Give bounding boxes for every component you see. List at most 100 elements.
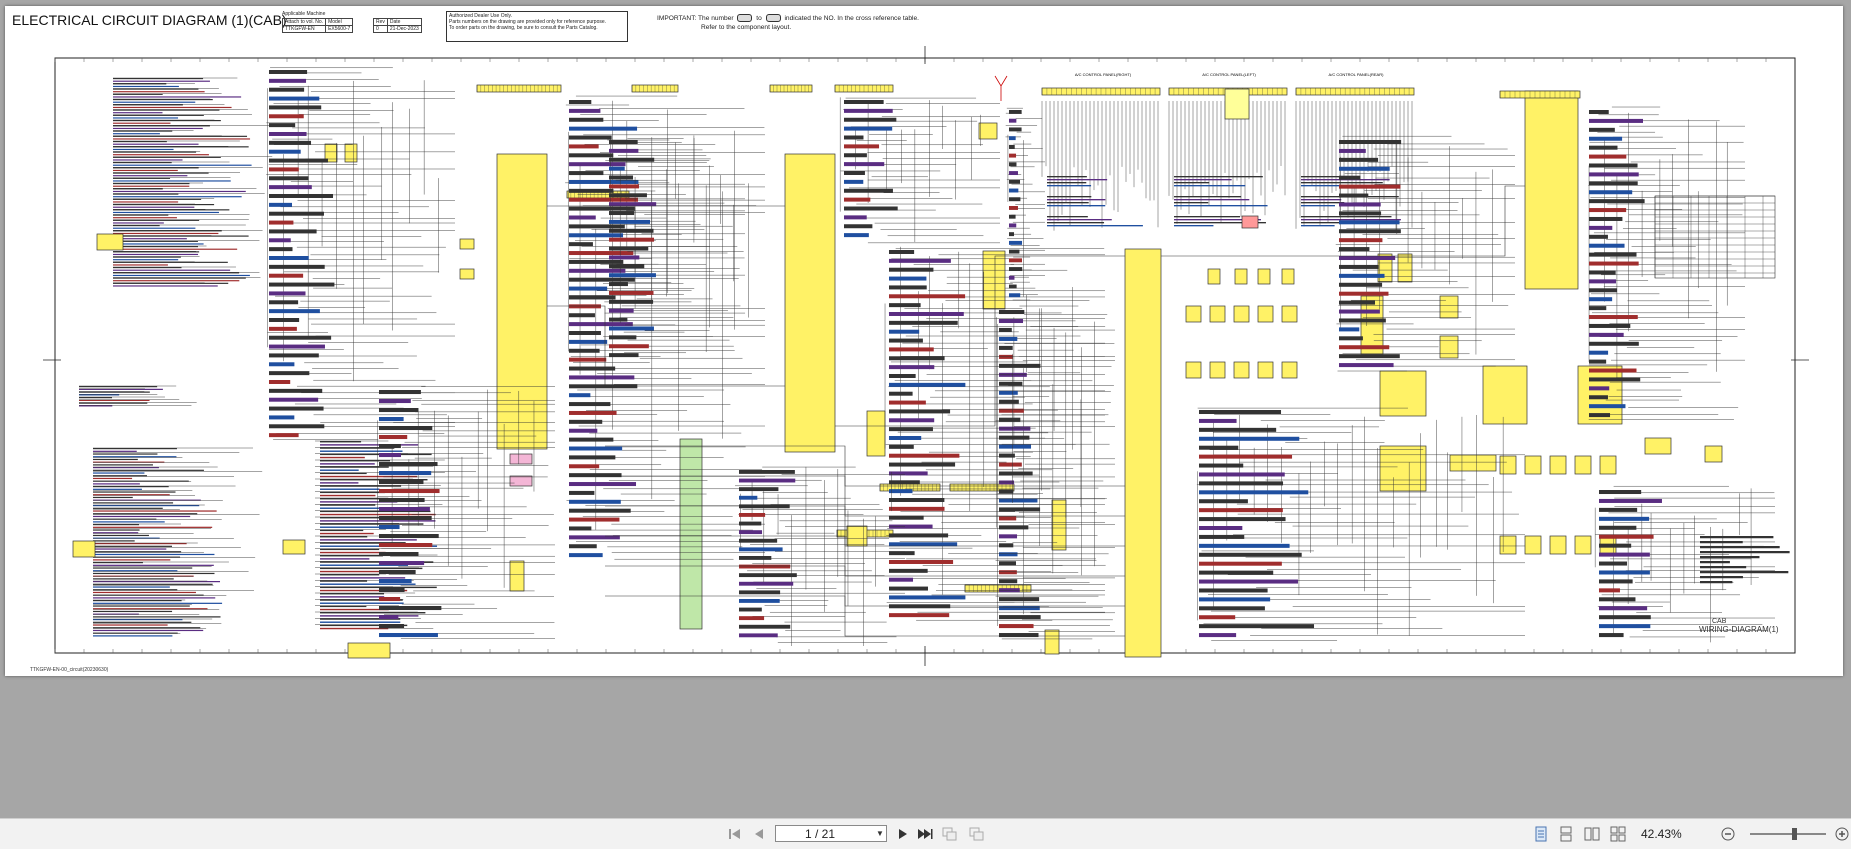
- panel-label: A/C CONTROL PANEL(LEFT): [1202, 72, 1256, 77]
- zoom-slider-track[interactable]: [1750, 833, 1826, 835]
- important-text: to: [756, 15, 762, 22]
- component: [344, 143, 358, 163]
- component: [1224, 88, 1250, 120]
- last-page-button[interactable]: [916, 826, 934, 842]
- component: [1233, 305, 1250, 323]
- viewer-toolbar: 1 / 21 ▼ 42.43%: [0, 818, 1851, 849]
- chevron-down-icon[interactable]: ▼: [874, 829, 886, 838]
- pdf-page[interactable]: ELECTRICAL CIRCUIT DIAGRAM (1)(CAB) Appl…: [5, 6, 1843, 676]
- info-value: 0: [373, 25, 388, 33]
- connector-block: [282, 539, 306, 555]
- zoom-level: 42.43%: [1641, 827, 1682, 841]
- panel-label: A/C CONTROL PANEL(REAR): [1328, 72, 1384, 77]
- component: [1574, 535, 1592, 555]
- relay-block: [1482, 365, 1528, 425]
- component: [1599, 455, 1617, 475]
- component: [1574, 455, 1592, 475]
- info-value: EX5600-7: [325, 25, 354, 33]
- component: [1209, 361, 1226, 379]
- next-page-button[interactable]: [894, 826, 912, 842]
- component: [1044, 629, 1060, 655]
- next-view-button[interactable]: [968, 826, 986, 842]
- info-table-right: Rev Date 0 21-Dec-2023: [373, 18, 422, 33]
- component: [1397, 253, 1413, 283]
- antenna-icon: [994, 75, 1008, 101]
- zoom-in-button[interactable]: [1833, 826, 1851, 842]
- component: [1051, 499, 1067, 551]
- prev-page-icon: [755, 829, 763, 839]
- footer-diagram-label: WIRING-DIAGRAM(1): [1699, 625, 1779, 634]
- component: [978, 122, 998, 140]
- info-table-left: Attach to vol. No. Model TTKGFW-EN EX5600-…: [281, 18, 354, 33]
- single-page-view-icon: [1535, 826, 1547, 842]
- zoom-out-button[interactable]: [1719, 826, 1737, 842]
- component: [1281, 268, 1295, 285]
- component: [1209, 305, 1226, 323]
- component: [1185, 361, 1202, 379]
- next-page-icon: [899, 829, 907, 839]
- component: [1241, 215, 1259, 229]
- component: [1704, 445, 1723, 463]
- component: [1439, 335, 1459, 359]
- zoom-in-icon: [1835, 827, 1849, 841]
- component: [1499, 535, 1517, 555]
- component: [846, 525, 868, 547]
- relay-block: [1379, 445, 1427, 492]
- component: [866, 410, 886, 457]
- prev-page-button[interactable]: [750, 826, 768, 842]
- component: [1439, 295, 1459, 319]
- connector-block: [96, 233, 124, 251]
- connector-block: [347, 642, 391, 659]
- facing-view-icon: [1584, 827, 1600, 841]
- component: [1185, 305, 1202, 323]
- component: [1257, 268, 1271, 285]
- ecu-block: [1124, 248, 1162, 658]
- applicable-machine-label: Applicable Machine: [282, 11, 326, 17]
- first-page-button[interactable]: [726, 826, 744, 842]
- ecu-block: [496, 153, 548, 450]
- relay-block: [1379, 370, 1427, 417]
- dealer-note-line: To order parts on the drawing, be sure t…: [449, 25, 598, 31]
- zoom-slider-handle[interactable]: [1792, 828, 1797, 840]
- first-page-icon: [729, 829, 740, 839]
- ecu-block: [1524, 90, 1579, 290]
- component: [459, 238, 475, 250]
- single-page-view-button[interactable]: [1532, 826, 1550, 842]
- continuous-facing-view-button[interactable]: [1609, 826, 1627, 842]
- important-text: Refer to the component layout.: [701, 24, 792, 31]
- facing-view-button[interactable]: [1583, 826, 1601, 842]
- info-value: TTKGFW-EN: [281, 25, 327, 33]
- page-number-input[interactable]: 1 / 21 ▼: [775, 825, 887, 842]
- zoom-out-icon: [1721, 827, 1735, 841]
- footer-section: CAB: [1712, 618, 1727, 625]
- dealer-note-box: Authorized Dealer Use Only. Parts number…: [446, 11, 628, 42]
- component: [1257, 305, 1274, 323]
- component: [1549, 455, 1567, 475]
- connector-strip: [679, 438, 703, 630]
- continuous-facing-view-icon: [1610, 826, 1626, 842]
- circuit-schematic: [43, 46, 1809, 666]
- info-header: Rev: [373, 18, 388, 26]
- component: [1234, 268, 1248, 285]
- component: [509, 453, 533, 465]
- document-viewer[interactable]: ELECTRICAL CIRCUIT DIAGRAM (1)(CAB) Appl…: [0, 0, 1851, 818]
- continuous-view-button[interactable]: [1557, 826, 1575, 842]
- component: [1257, 361, 1274, 379]
- component: [1281, 305, 1298, 323]
- terminal-strip: [1449, 454, 1497, 472]
- last-page-icon: [918, 829, 933, 839]
- component: [509, 560, 525, 592]
- important-text: IMPORTANT: The number: [657, 15, 734, 22]
- connector-block: [72, 540, 96, 558]
- component: [509, 475, 533, 487]
- ecu-block: [784, 153, 836, 453]
- info-header: Date: [386, 18, 422, 26]
- component: [1281, 361, 1298, 379]
- previous-view-button[interactable]: [941, 826, 959, 842]
- important-note: IMPORTANT: The number to indicated the N…: [657, 14, 919, 32]
- info-header: Model: [325, 18, 354, 26]
- component: [1549, 535, 1567, 555]
- footer-document-id: TTKGFW-EN-00_circuit(20230630): [30, 667, 109, 673]
- component: [459, 268, 475, 280]
- component: [1644, 437, 1672, 455]
